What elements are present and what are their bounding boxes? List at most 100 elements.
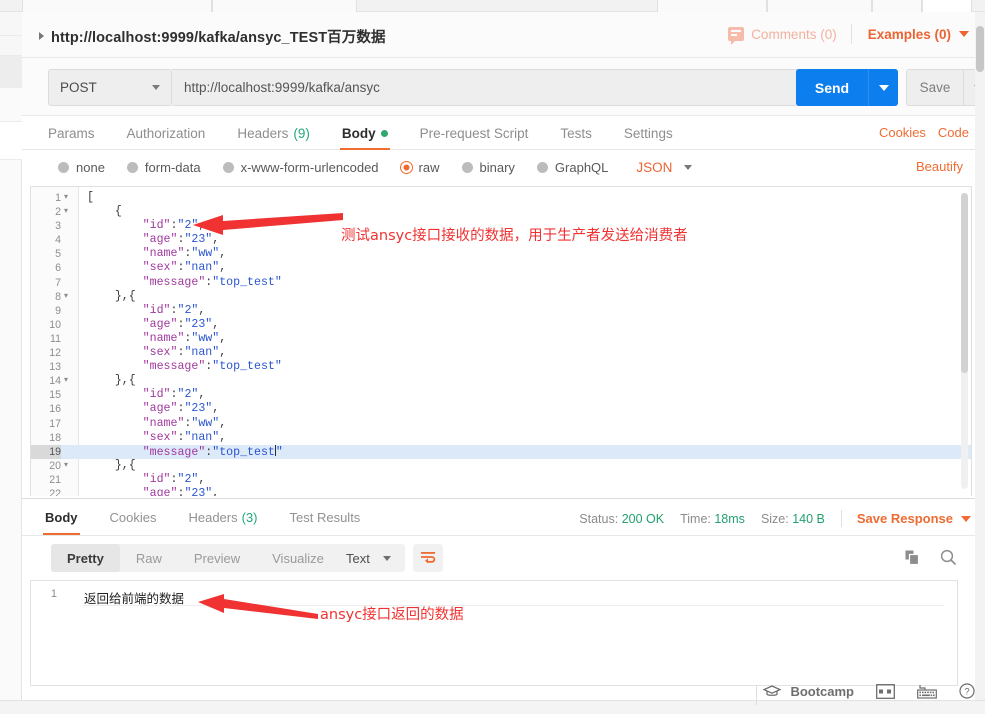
response-tab-headers[interactable]: Headers (3)	[172, 499, 273, 535]
tab-label: Body	[45, 509, 78, 525]
method-select[interactable]: POST	[48, 69, 172, 106]
code-line[interactable]: 16 "age":"23",	[31, 402, 971, 416]
tab-segment[interactable]	[872, 0, 922, 12]
status-value: 200 OK	[621, 511, 665, 526]
keyboard-icon[interactable]	[917, 684, 937, 699]
sidebar-rail-segment[interactable]	[0, 36, 22, 56]
window-scrollbar-thumb[interactable]	[976, 26, 984, 72]
tab-pre-request-script[interactable]: Pre-request Script	[404, 116, 545, 150]
tab-segment[interactable]	[767, 0, 872, 12]
window-scrollbar-track[interactable]	[975, 12, 985, 700]
wrap-lines-button[interactable]	[413, 544, 443, 572]
url-input[interactable]: http://localhost:9999/kafka/ansyc	[172, 69, 814, 106]
response-note-text: ansyc接口返回的数据	[320, 607, 464, 623]
copy-icon[interactable]	[905, 550, 921, 566]
tab-segment-active[interactable]	[922, 0, 972, 12]
tab-headers[interactable]: Headers (9)	[221, 116, 326, 150]
request-header: http://localhost:9999/kafka/ansyc_TEST百万…	[22, 12, 985, 58]
send-options-button[interactable]	[868, 69, 898, 106]
line-number: 11	[50, 332, 61, 345]
examples-button[interactable]: Examples (0)	[852, 27, 969, 42]
code-line[interactable]: 5 "name":"ww",	[31, 247, 971, 261]
tab-params[interactable]: Params	[48, 116, 111, 150]
sidebar-rail-segment[interactable]	[0, 88, 22, 122]
body-type-raw[interactable]: raw	[400, 160, 440, 175]
tab-segment[interactable]	[212, 0, 357, 12]
code-line[interactable]: 14 ▾ },{	[31, 374, 971, 388]
comments-button[interactable]: Comments (0)	[728, 27, 851, 45]
request-tabs: Params Authorization Headers (9) Body Pr…	[22, 116, 985, 150]
tab-tests[interactable]: Tests	[544, 116, 608, 150]
chevron-right-icon[interactable]	[39, 32, 44, 40]
code-line[interactable]: 15 "id":"2",	[31, 388, 971, 402]
tab-segment[interactable]	[657, 0, 767, 12]
code-line[interactable]: 8 ▾ },{	[31, 290, 971, 304]
code-link[interactable]: Code	[938, 125, 969, 140]
response-tab-cookies[interactable]: Cookies	[94, 499, 173, 535]
save-button[interactable]: Save	[906, 69, 964, 106]
code-line[interactable]: 7 "message":"top_test"	[31, 276, 971, 290]
search-icon[interactable]	[940, 549, 957, 566]
tab-label: Params	[48, 125, 95, 141]
body-type-form-data[interactable]: form-data	[126, 160, 201, 175]
response-body-panel[interactable]: 1 返回给前端的数据	[30, 580, 958, 686]
response-format-select[interactable]: Text	[332, 544, 405, 572]
raw-format-select[interactable]: JSON	[636, 160, 693, 175]
code-line[interactable]: 6 "sex":"nan",	[31, 261, 971, 275]
header-actions: Comments (0) Examples (0)	[728, 24, 969, 45]
code-line-text: "name":"ww",	[142, 247, 227, 261]
bootcamp-button[interactable]: Bootcamp	[763, 684, 854, 699]
layout-toggle-icon[interactable]	[876, 683, 895, 699]
response-tab-test-results[interactable]: Test Results	[274, 499, 377, 535]
code-line[interactable]: 10 "age":"23",	[31, 318, 971, 332]
fold-toggle-icon[interactable]: ▾	[64, 374, 72, 388]
view-mode-raw[interactable]: Raw	[120, 544, 178, 572]
radio-selected-icon	[400, 161, 412, 173]
sidebar-rail-segment-selected[interactable]	[0, 56, 22, 88]
body-type-graphql[interactable]: GraphQL	[536, 160, 608, 175]
tab-segment[interactable]	[22, 0, 212, 12]
body-type-binary[interactable]: binary	[461, 160, 515, 175]
code-line[interactable]: 22 "age":"23",	[31, 487, 971, 496]
view-mode-pretty[interactable]: Pretty	[51, 544, 120, 572]
request-tab-list: Params Authorization Headers (9) Body Pr…	[48, 116, 689, 150]
tab-body[interactable]: Body	[326, 116, 404, 150]
sidebar-rail-segment[interactable]	[0, 12, 22, 36]
code-line-text: "sex":"nan",	[142, 346, 227, 360]
code-line[interactable]: 17 "name":"ww",	[31, 417, 971, 431]
tab-settings[interactable]: Settings	[608, 116, 689, 150]
tab-label: Cookies	[109, 509, 157, 525]
code-line[interactable]: 2 ▾ {	[31, 205, 971, 219]
cookies-link[interactable]: Cookies	[879, 125, 926, 140]
fold-toggle-icon[interactable]: ▾	[64, 191, 72, 205]
code-line[interactable]: 12 "sex":"nan",	[31, 346, 971, 360]
code-line[interactable]: 20 ▾ },{	[31, 459, 971, 473]
body-type-none[interactable]: none	[58, 160, 105, 175]
code-line[interactable]: 21 "id":"2",	[31, 473, 971, 487]
help-icon[interactable]: ?	[959, 683, 975, 699]
body-type-x-www-form-urlencoded[interactable]: x-www-form-urlencoded	[222, 160, 379, 175]
view-mode-visualize[interactable]: Visualize	[256, 544, 340, 572]
response-tab-body[interactable]: Body	[29, 499, 94, 535]
beautify-button[interactable]: Beautify	[916, 159, 963, 174]
code-line-text: {	[114, 205, 122, 219]
send-button[interactable]: Send	[796, 69, 868, 106]
editor-scrollbar-thumb[interactable]	[961, 193, 968, 373]
request-title[interactable]: http://localhost:9999/kafka/ansyc_TEST百万…	[39, 26, 386, 47]
chevron-down-icon	[382, 555, 391, 561]
code-line[interactable]: 11 "name":"ww",	[31, 332, 971, 346]
code-line[interactable]: 13 "message":"top_test"	[31, 360, 971, 374]
tab-authorization[interactable]: Authorization	[111, 116, 222, 150]
sidebar-rail-segment[interactable]	[0, 122, 22, 160]
view-mode-preview[interactable]: Preview	[178, 544, 256, 572]
fold-toggle-icon[interactable]: ▾	[64, 290, 72, 304]
code-line[interactable]: 9 "id":"2",	[31, 304, 971, 318]
code-line[interactable]: 18 "sex":"nan",	[31, 431, 971, 445]
code-line[interactable]: 19 "message":"top_test"	[31, 444, 971, 459]
code-line[interactable]: 1 ▾ [	[31, 191, 971, 205]
time-value: 18ms	[714, 511, 745, 526]
fold-toggle-icon[interactable]: ▾	[64, 459, 72, 473]
fold-toggle-icon[interactable]: ▾	[64, 205, 72, 219]
code-line-text: "id":"2",	[142, 388, 206, 402]
save-response-button[interactable]: Save Response	[857, 511, 971, 526]
